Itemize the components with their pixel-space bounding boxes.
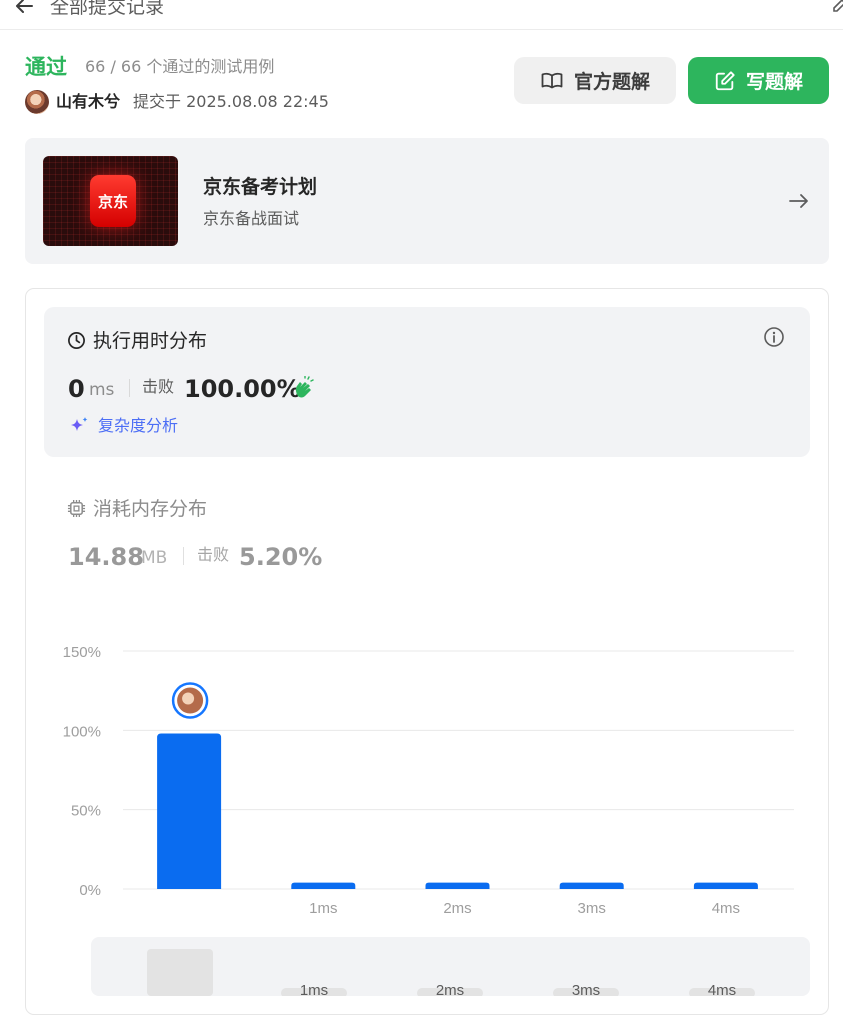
clock-icon (68, 332, 85, 349)
divider (183, 547, 184, 565)
minimap-label: 1ms (299, 982, 329, 996)
sparkle-icon (71, 417, 88, 431)
write-solution-button[interactable]: 写题解 (688, 57, 829, 104)
edit-icon[interactable] (830, 0, 843, 14)
divider (129, 379, 130, 397)
x-tick-label: 3ms (578, 900, 606, 917)
back-arrow-icon[interactable] (12, 0, 36, 18)
memory-beat-label: 击败 (197, 545, 230, 564)
promo-thumbnail: 京东 (43, 156, 178, 246)
runtime-value: 0 (68, 375, 85, 403)
runtime-unit: ms (89, 380, 115, 400)
minimap-label: 3ms (571, 982, 601, 996)
official-solution-button[interactable]: 官方题解 (514, 57, 676, 104)
y-tick-label: 150% (63, 644, 101, 661)
promo-subtitle: 京东备战面试 (203, 209, 300, 228)
x-tick-label: 2ms (443, 900, 471, 917)
chart-bar (559, 882, 624, 889)
top-bar: 全部提交记录 (0, 0, 843, 30)
memory-value: 14.88 (68, 543, 144, 571)
y-tick-label: 100% (63, 723, 101, 740)
submission-status: 通过 (25, 55, 67, 79)
chart-bar (157, 733, 222, 889)
runtime-card[interactable]: 执行用时分布 0 ms 击败 100.00% 复杂度分析 (44, 307, 810, 457)
author-name[interactable]: 山有木兮 (56, 92, 120, 112)
promo-card[interactable]: 京东 京东备考计划 京东备战面试 (25, 138, 829, 264)
memory-unit: MB (141, 548, 168, 568)
memory-beat-value: 5.20% (239, 543, 323, 571)
complexity-analysis-link[interactable]: 复杂度分析 (98, 416, 178, 436)
minimap-label: 2ms (435, 982, 465, 996)
runtime-beat-label: 击败 (142, 377, 175, 396)
edit-square-icon (715, 70, 735, 90)
write-solution-label: 写题解 (745, 71, 803, 93)
submission-time: 提交于 2025.08.08 22:45 (133, 92, 329, 111)
x-tick-label: 1ms (309, 900, 337, 917)
chart-bar (291, 882, 356, 889)
range-slider[interactable]: 1ms 2ms 3ms 4ms (91, 937, 810, 996)
jd-logo: 京东 (90, 175, 136, 227)
clap-icon (295, 376, 314, 398)
y-tick-label: 50% (71, 803, 101, 820)
chart-bar (425, 882, 490, 889)
arrow-right-icon[interactable] (787, 189, 811, 213)
promo-title: 京东备考计划 (203, 176, 318, 198)
y-tick-label: 0% (79, 882, 101, 899)
official-solution-label: 官方题解 (573, 71, 650, 93)
minimap-bar (147, 949, 213, 996)
runtime-beat-value: 100.00% (184, 375, 301, 403)
page-title: 全部提交记录 (50, 0, 165, 18)
runtime-distribution-chart[interactable]: 0% 50% 100% 150% 1ms 2ms 3ms 4ms (44, 630, 810, 930)
book-icon (541, 72, 563, 88)
info-icon[interactable] (763, 326, 785, 348)
avatar-face (182, 692, 195, 705)
memory-title: 消耗内存分布 (93, 498, 208, 520)
chip-icon (67, 499, 86, 518)
minimap-label: 4ms (707, 982, 737, 996)
runtime-title: 执行用时分布 (93, 330, 208, 352)
test-cases-passed: 66 / 66 个通过的测试用例 (85, 57, 275, 76)
x-tick-label: 4ms (712, 900, 740, 917)
avatar[interactable] (25, 90, 49, 114)
chart-bar (693, 882, 758, 889)
